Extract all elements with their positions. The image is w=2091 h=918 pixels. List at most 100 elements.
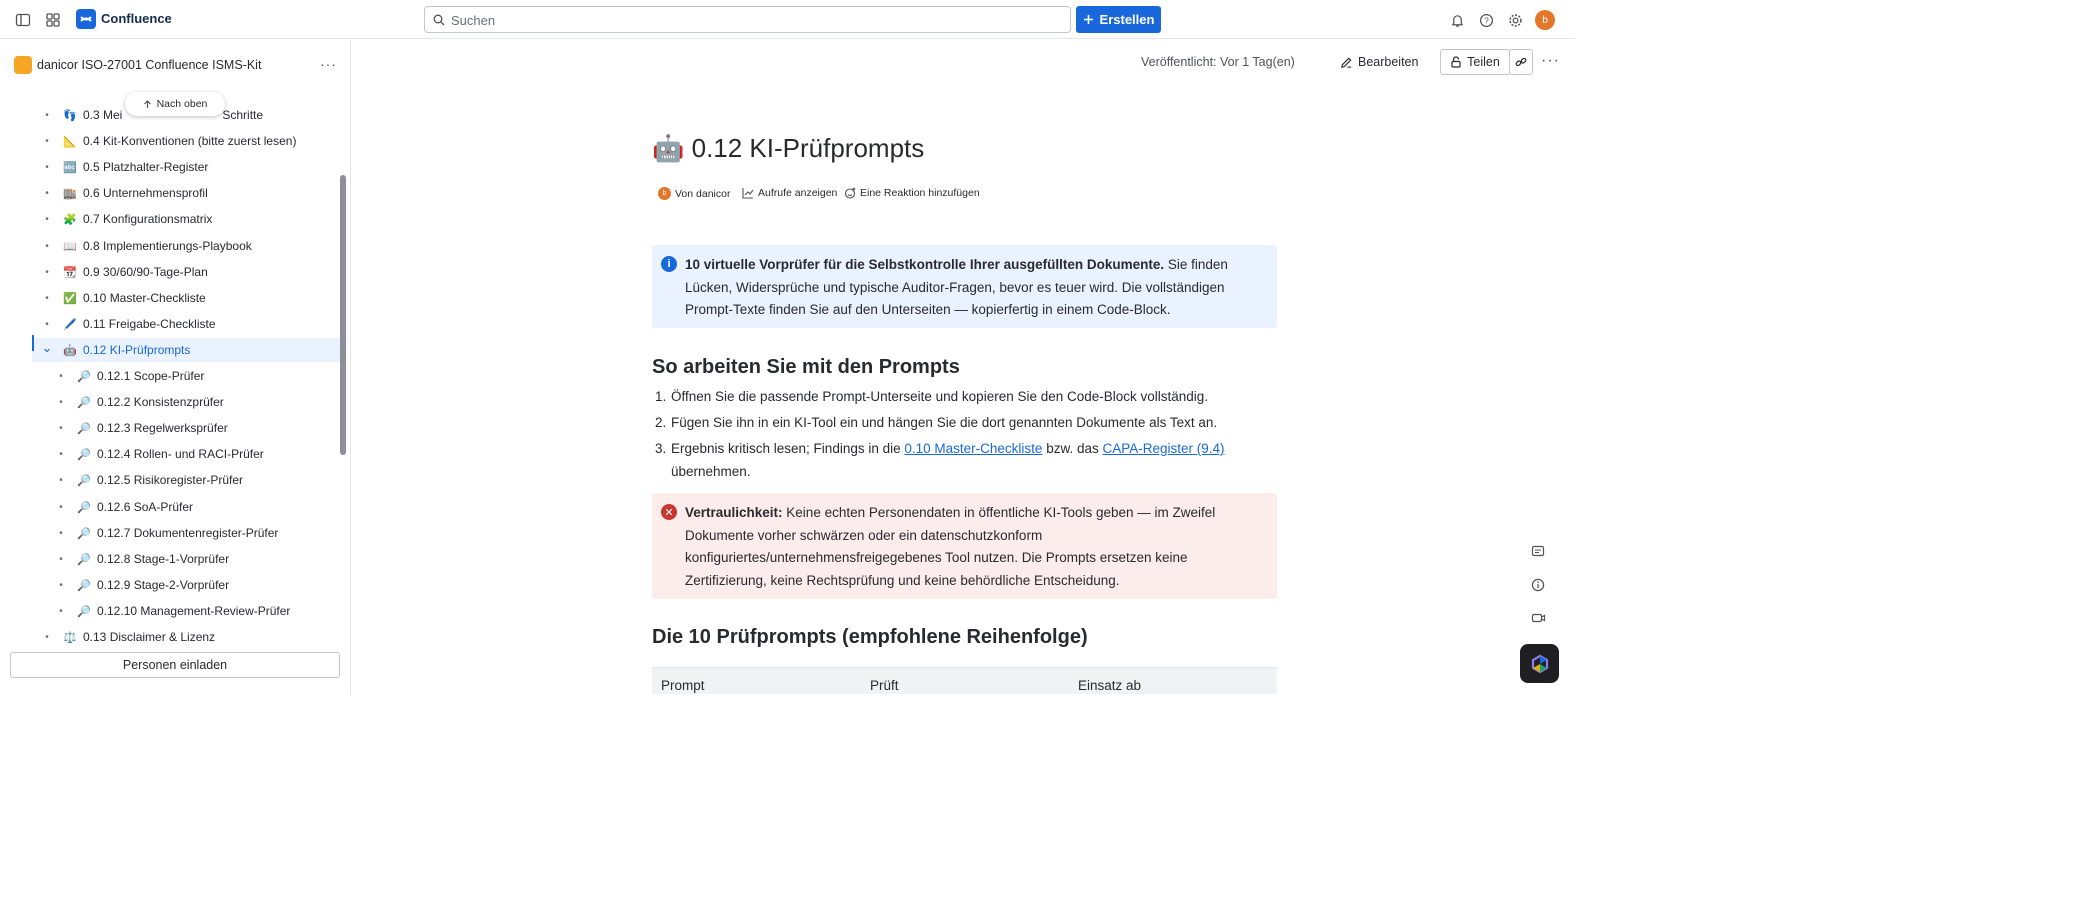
page-emoji-icon: 🔎 (77, 448, 91, 461)
rovo-ai-button[interactable] (1520, 644, 1559, 683)
rovo-icon (1531, 654, 1548, 673)
sidebar-item[interactable]: • 🔎 0.12.6 SoA-Prüfer (0, 495, 340, 519)
step-3-text-c: übernehmen. (671, 463, 751, 479)
sidebar-item-label: 0.12.2 Konsistenzprüfer (97, 395, 224, 409)
page-title: 🤖 0.12 KI-Prüfprompts (652, 133, 924, 164)
info-panel-text: 10 virtuelle Vorprüfer für die Selbstkon… (685, 254, 1270, 322)
sidebar-item[interactable]: • 🖊️ 0.11 Freigabe-Checkliste (0, 312, 340, 336)
sidebar-item[interactable]: • 🔎 0.12.4 Rollen- und RACI-Prüfer (0, 442, 340, 466)
step-2-text: Fügen Sie ihn in ein KI-Tool ein und hän… (671, 415, 1218, 430)
author-byline[interactable]: b Von danicor (658, 187, 730, 200)
sidebar-item[interactable]: • 🔎 0.12.2 Konsistenzprüfer (0, 390, 340, 414)
sidebar-item[interactable]: • 🔎 0.12.1 Scope-Prüfer (0, 364, 340, 388)
page-emoji-icon: 🔎 (77, 579, 91, 592)
sidebar-item[interactable]: • 🔤 0.5 Platzhalter-Register (0, 155, 340, 179)
arrow-up-icon (143, 99, 151, 108)
sidebar-item-label: 0.12.9 Stage-2-Vorprüfer (97, 578, 230, 592)
page-emoji-icon: 📖 (63, 240, 77, 253)
page-emoji-icon: 🔤 (63, 161, 77, 174)
invite-people-button[interactable]: Personen einladen (10, 652, 340, 678)
link-icon (1515, 57, 1527, 67)
page-details-icon[interactable] (1529, 576, 1547, 594)
confluence-logo-icon[interactable] (76, 9, 96, 29)
lock-open-icon (1451, 56, 1461, 68)
video-record-icon[interactable] (1529, 609, 1547, 627)
copy-link-button[interactable] (1509, 49, 1533, 75)
settings-gear-icon[interactable] (1506, 11, 1524, 29)
page-emoji-icon: 🔎 (77, 422, 91, 435)
help-icon[interactable]: ? (1477, 11, 1495, 29)
sidebar-item-label: 0.13 Disclaimer & Lizenz (83, 630, 216, 644)
create-button[interactable]: Erstellen (1076, 6, 1161, 33)
bullet-icon: • (45, 292, 49, 304)
chevron-down-icon[interactable]: ⌄ (40, 340, 54, 356)
views-label: Aufrufe anzeigen (758, 187, 838, 199)
sidebar-item[interactable]: • 📖 0.8 Implementierungs-Playbook (0, 234, 340, 258)
bullet-icon: • (59, 422, 63, 434)
app-name[interactable]: Confluence (101, 11, 172, 26)
add-reaction-button[interactable]: Eine Reaktion hinzufügen (844, 187, 980, 199)
master-checklist-link[interactable]: 0.10 Master-Checkliste (904, 441, 1042, 456)
bullet-icon: • (45, 213, 49, 225)
comments-icon[interactable] (1529, 543, 1547, 561)
sidebar-item[interactable]: • 📆 0.9 30/60/90-Tage-Plan (0, 260, 340, 284)
sidebar-item-label: 0.4 Kit-Konventionen (bitte zuerst lesen… (83, 134, 297, 148)
page-title-emoji: 🤖 (652, 133, 685, 163)
share-button[interactable]: Teilen (1440, 49, 1510, 75)
svg-text:?: ? (1484, 15, 1489, 25)
sidebar-toggle-icon[interactable] (14, 11, 32, 29)
search-input[interactable]: Suchen (424, 6, 1071, 33)
bullet-icon: • (59, 579, 63, 591)
sidebar-scrollbar[interactable] (340, 175, 346, 455)
space-name[interactable]: danicor ISO-27001 Confluence ISMS-Kit (37, 58, 261, 72)
plus-icon (1083, 15, 1093, 24)
sidebar-item-label: 0.12.5 Risikoregister-Prüfer (97, 473, 244, 487)
sidebar-item-label: 0.8 Implementierungs-Playbook (83, 239, 252, 253)
page-emoji-icon: ⚖️ (63, 631, 77, 644)
reaction-label: Eine Reaktion hinzufügen (860, 187, 980, 199)
sidebar-item-label: 0.7 Konfigurationsmatrix (83, 212, 213, 226)
author-label: Von danicor (675, 187, 731, 200)
error-panel-text: Vertraulichkeit: Keine echten Personenda… (685, 502, 1270, 592)
page-emoji-icon: 🔎 (77, 605, 91, 618)
bullet-icon: • (45, 135, 49, 147)
sidebar-item[interactable]: • ⚖️ 0.13 Disclaimer & Lizenz (0, 625, 340, 649)
bullet-icon: • (45, 187, 49, 199)
user-avatar[interactable]: b (1535, 10, 1555, 30)
sidebar-item[interactable]: • ✅ 0.10 Master-Checkliste (0, 286, 340, 310)
bullet-icon: • (59, 553, 63, 565)
capa-register-link[interactable]: CAPA-Register (9.4) (1102, 441, 1224, 456)
app-switcher-icon[interactable] (44, 11, 62, 29)
sidebar-item[interactable]: • 🧩 0.7 Konfigurationsmatrix (0, 207, 340, 231)
sidebar-item[interactable]: • 🔎 0.12.9 Stage-2-Vorprüfer (0, 573, 340, 597)
search-placeholder: Suchen (451, 13, 496, 28)
space-avatar-icon (14, 56, 32, 74)
sidebar-item-label-end: Schritte (222, 108, 264, 122)
share-label: Teilen (1467, 55, 1500, 69)
page-emoji-icon: 🔎 (77, 474, 91, 487)
notifications-bell-icon[interactable] (1448, 11, 1466, 29)
sidebar-item-selected[interactable]: ⌄ 🤖 0.12 KI-Prüfprompts (32, 338, 340, 362)
sidebar-item[interactable]: • 📐 0.4 Kit-Konventionen (bitte zuerst les… (0, 129, 340, 153)
sidebar-item[interactable]: • 🏬 0.6 Unternehmensprofil (0, 181, 340, 205)
confidentiality-error-panel: ✕ Vertraulichkeit: Keine echten Personen… (652, 493, 1277, 599)
bullet-icon: • (59, 396, 63, 408)
sidebar-item[interactable]: • 🔎 0.12.8 Stage-1-Vorprüfer (0, 547, 340, 571)
sidebar-item[interactable]: • 🔎 0.12.3 Regelwerksprüfer (0, 416, 340, 440)
page-title-text: 0.12 KI-Prüfprompts (691, 133, 925, 163)
edit-button[interactable]: Bearbeiten (1340, 50, 1418, 74)
view-analytics-button[interactable]: Aufrufe anzeigen (742, 187, 837, 199)
space-header[interactable]: danicor ISO-27001 Confluence ISMS-Kit ··… (0, 54, 350, 78)
sidebar-item[interactable]: • 🔎 0.12.7 Dokumentenregister-Prüfer (0, 521, 340, 545)
sidebar-item[interactable]: • 🔎 0.12.5 Risikoregister-Prüfer (0, 468, 340, 492)
sidebar-item-label: 0.12 KI-Prüfprompts (83, 343, 191, 357)
info-panel-bold: 10 virtuelle Vorprüfer für die Selbstkon… (685, 257, 1165, 272)
create-label: Erstellen (1099, 12, 1155, 27)
space-more-icon[interactable]: ··· (320, 56, 337, 72)
back-to-top-button[interactable]: Nach oben (125, 92, 225, 116)
sidebar-item[interactable]: • 🔎 0.12.10 Management-Review-Prüfer (0, 599, 340, 623)
info-icon: i (661, 256, 677, 272)
bullet-icon: • (45, 318, 49, 330)
column-header-checks: Prüft (870, 678, 899, 693)
more-actions-icon[interactable]: ··· (1541, 52, 1560, 70)
